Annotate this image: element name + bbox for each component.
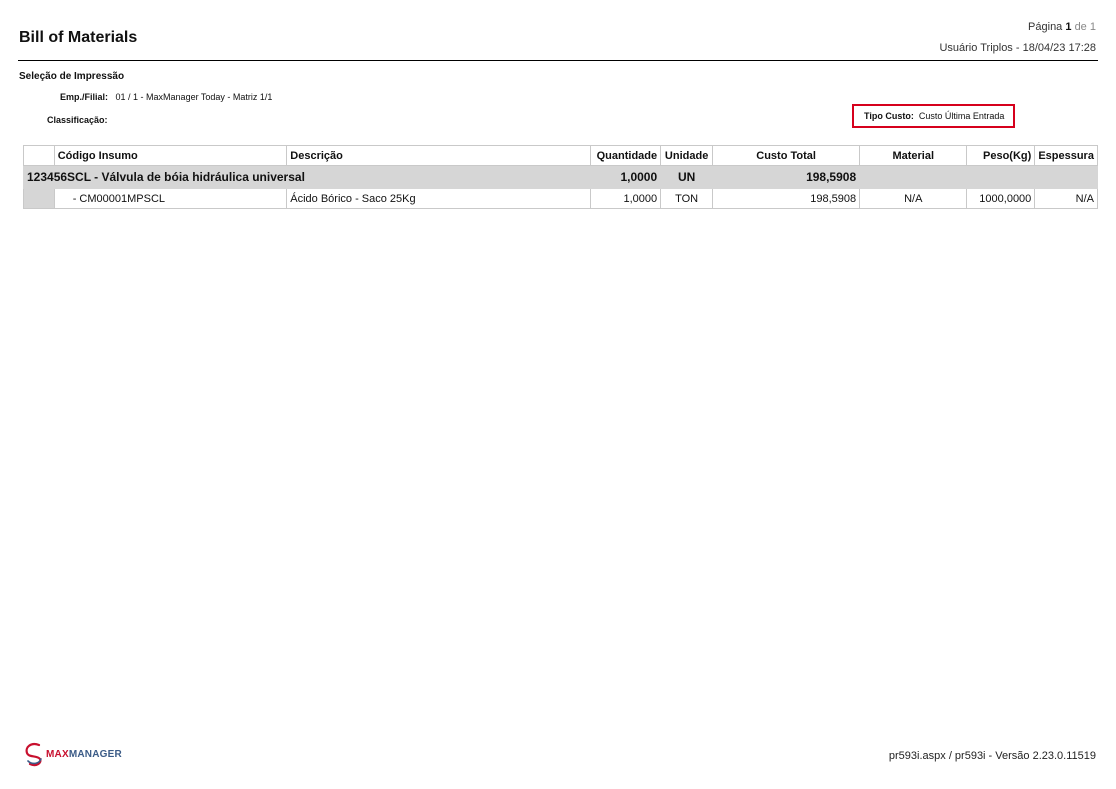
parent-espessura (1034, 165, 1098, 189)
col-custo-total: Custo Total (712, 145, 861, 166)
classificacao-label: Classificação: (47, 115, 108, 125)
parent-material (859, 165, 968, 189)
child-indent-cell (23, 188, 55, 209)
table-row: - CM00001MPSCL Ácido Bórico - Saco 25Kg … (23, 188, 1098, 209)
page-current: 1 (1065, 21, 1072, 33)
maxmanager-swirl-icon (25, 743, 42, 767)
tipo-custo-label: Tipo Custo: (864, 111, 914, 121)
filial-value: 01 / 1 - MaxManager Today - Matriz 1/1 (115, 92, 273, 102)
col-peso: Peso(Kg) (966, 145, 1036, 166)
parent-peso (966, 165, 1036, 189)
child-quantidade: 1,0000 (590, 188, 662, 209)
col-descricao: Descrição (286, 145, 592, 166)
child-unidade: TON (660, 188, 714, 209)
parent-item-name: 123456SCL - Válvula de bóia hidráulica u… (22, 165, 592, 189)
logo-wordmark: MAXMANAGER (46, 749, 122, 760)
logo-text-max: MAX (46, 748, 69, 760)
filial-label: Emp./Filial: (60, 92, 109, 102)
col-unidade: Unidade (660, 145, 714, 166)
logo-text-manager: MANAGER (68, 748, 122, 760)
header-indent-cell (23, 145, 55, 166)
maxmanager-logo: MAXMANAGER (23, 741, 122, 767)
selection-title: Seleção de Impressão (19, 71, 125, 82)
bom-table: Código Insumo Descrição Quantidade Unida… (22, 145, 1098, 209)
child-codigo: - CM00001MPSCL (53, 188, 288, 209)
report-title: Bill of Materials (19, 29, 138, 46)
parent-quantidade: 1,0000 (590, 165, 662, 189)
user-timestamp: Usuário Triplos - 18/04/23 17:28 (939, 42, 1096, 54)
child-material: N/A (859, 188, 968, 209)
page-counter: Página 1 de 1 (1028, 21, 1096, 33)
child-peso: 1000,0000 (966, 188, 1036, 209)
page-of: de (1074, 21, 1087, 33)
classificacao-row: Classificação: (47, 115, 113, 125)
parent-custo-total: 198,5908 (712, 165, 861, 189)
page-label: Página (1028, 21, 1063, 33)
parent-unidade: UN (660, 165, 714, 189)
header-divider (18, 60, 1098, 61)
version-info: pr593i.aspx / pr593i - Versão 2.23.0.115… (888, 750, 1096, 762)
col-material: Material (859, 145, 968, 166)
page-total: 1 (1089, 21, 1096, 33)
parent-item-row: 123456SCL - Válvula de bóia hidráulica u… (22, 165, 1098, 189)
child-descricao: Ácido Bórico - Saco 25Kg (286, 188, 592, 209)
col-espessura: Espessura (1034, 145, 1098, 166)
table-header-row: Código Insumo Descrição Quantidade Unida… (23, 145, 1098, 166)
col-quantidade: Quantidade (590, 145, 662, 166)
tipo-custo-value: Custo Última Entrada (918, 111, 1005, 121)
child-espessura: N/A (1034, 188, 1098, 209)
filial-row: Emp./Filial: 01 / 1 - MaxManager Today -… (60, 92, 272, 102)
child-custo-total: 198,5908 (712, 188, 861, 209)
tipo-custo-highlight: Tipo Custo: Custo Última Entrada (852, 104, 1015, 128)
col-codigo-insumo: Código Insumo (53, 145, 288, 166)
